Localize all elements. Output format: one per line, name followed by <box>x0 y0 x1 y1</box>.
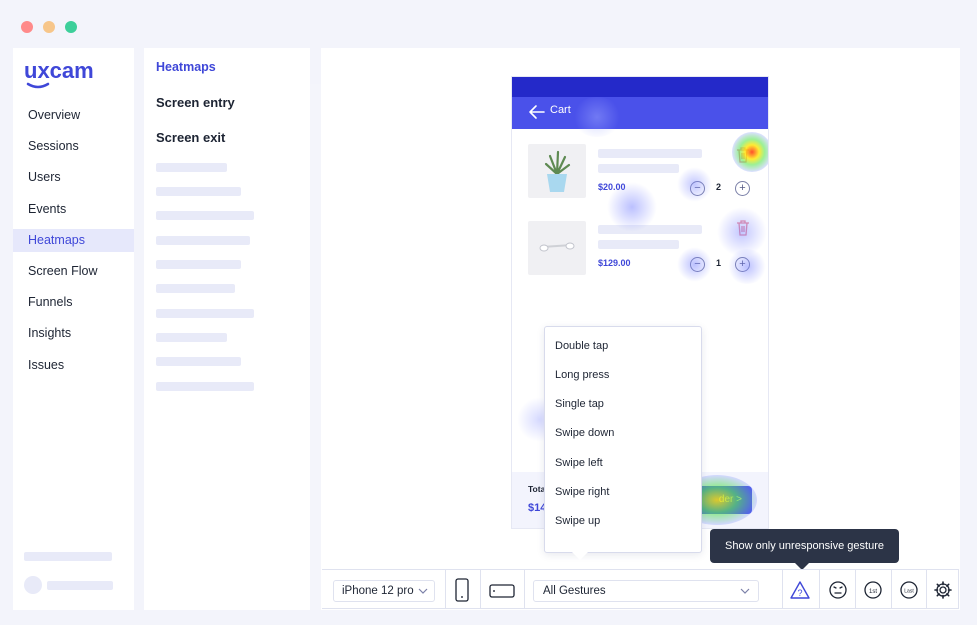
sidebar: uxcam Overview Sessions Users Events Hea… <box>13 48 134 610</box>
gesture-option-swipe-down[interactable]: Swipe down <box>555 427 614 439</box>
svg-text:?: ? <box>797 588 802 598</box>
unresponsive-warning-icon[interactable]: ? <box>790 580 810 600</box>
svg-text:1st: 1st <box>869 589 877 595</box>
gesture-dropdown-menu: Double tap Long press Single tap Swipe d… <box>544 326 702 553</box>
product-image <box>528 144 586 198</box>
trash-icon[interactable] <box>736 220 750 236</box>
phone-cart-title: Cart <box>550 104 571 116</box>
toolbar-divider <box>819 570 820 609</box>
gesture-option-double-tap[interactable]: Double tap <box>555 340 608 352</box>
product-price: $20.00 <box>598 182 626 192</box>
sidebar-nav: Overview Sessions Users Events Heatmaps … <box>13 104 134 385</box>
panel-title: Heatmaps <box>156 60 216 74</box>
screen-list-placeholder[interactable] <box>156 187 241 196</box>
gesture-filter-select[interactable]: All Gestures <box>533 580 759 602</box>
logo-text: uxcam <box>24 58 94 83</box>
uxcam-logo[interactable]: uxcam <box>24 58 114 90</box>
product-desc-placeholder <box>598 164 679 173</box>
screen-list-placeholder[interactable] <box>156 333 227 342</box>
toolbar-divider <box>480 570 481 609</box>
gesture-option-swipe-left[interactable]: Swipe left <box>555 457 603 469</box>
sidebar-item-issues[interactable]: Issues <box>13 354 134 377</box>
qty-decrease-button[interactable]: − <box>690 181 705 196</box>
screen-list-placeholder[interactable] <box>156 163 227 172</box>
settings-gear-icon[interactable] <box>933 580 953 600</box>
sidebar-item-sessions[interactable]: Sessions <box>13 135 134 158</box>
sidebar-item-funnels[interactable]: Funnels <box>13 291 134 314</box>
heatmap-toolbar: iPhone 12 pro All Gestures ? 1st Last <box>322 569 959 609</box>
last-gesture-icon[interactable]: Last <box>899 580 919 600</box>
screen-list-placeholder[interactable] <box>156 382 254 391</box>
device-select[interactable]: iPhone 12 pro <box>333 580 435 602</box>
landscape-icon[interactable] <box>489 583 515 599</box>
window-minimize-dot[interactable] <box>43 21 55 33</box>
svg-text:Last: Last <box>904 589 914 595</box>
gesture-option-swipe-up[interactable]: Swipe up <box>555 515 600 527</box>
toolbar-divider <box>524 570 525 609</box>
window-close-dot[interactable] <box>21 21 33 33</box>
screen-list-placeholder[interactable] <box>156 211 254 220</box>
portrait-icon[interactable] <box>453 578 471 602</box>
screen-list-placeholder[interactable] <box>156 309 254 318</box>
sidebar-placeholder-bar <box>24 552 112 561</box>
toolbar-divider <box>782 570 783 609</box>
product-desc-placeholder <box>598 240 679 249</box>
qty-value: 1 <box>716 258 722 268</box>
chevron-down-icon <box>418 588 428 594</box>
window-maximize-dot[interactable] <box>65 21 77 33</box>
earbuds-icon <box>539 242 575 252</box>
unresponsive-tooltip: Show only unresponsive gesture <box>710 529 899 563</box>
gesture-option-swipe-right[interactable]: Swipe right <box>555 486 609 498</box>
heatmap-panel: Heatmaps Screen entry Screen exit <box>144 48 310 610</box>
sidebar-item-events[interactable]: Events <box>13 198 134 221</box>
gesture-option-single-tap[interactable]: Single tap <box>555 398 604 410</box>
product-image <box>528 221 586 275</box>
user-name-placeholder <box>47 581 113 590</box>
product-price: $129.00 <box>598 258 631 268</box>
plant-icon <box>544 150 571 192</box>
first-gesture-icon[interactable]: 1st <box>863 580 883 600</box>
toolbar-divider <box>891 570 892 609</box>
phone-status-bar <box>512 77 768 97</box>
total-label: Tota <box>528 484 546 494</box>
trash-icon[interactable] <box>736 147 750 163</box>
back-arrow-icon <box>529 105 545 119</box>
screen-entry-link[interactable]: Screen entry <box>156 95 235 110</box>
qty-increase-button[interactable]: + <box>735 181 750 196</box>
product-name-placeholder <box>598 225 702 234</box>
sidebar-item-users[interactable]: Users <box>13 166 134 189</box>
user-avatar[interactable] <box>24 576 42 594</box>
gesture-option-long-press[interactable]: Long press <box>555 369 609 381</box>
device-select-value: iPhone 12 pro <box>342 585 414 597</box>
product-name-placeholder <box>598 149 702 158</box>
phone-header: Cart <box>512 97 768 129</box>
toolbar-divider <box>855 570 856 609</box>
panel-scrollbar[interactable] <box>310 84 321 610</box>
toolbar-divider <box>926 570 927 609</box>
screen-list-placeholder[interactable] <box>156 284 235 293</box>
app-window: uxcam Overview Sessions Users Events Hea… <box>0 0 977 625</box>
qty-value: 2 <box>716 182 722 192</box>
screen-list-placeholder[interactable] <box>156 236 250 245</box>
screen-list-placeholder[interactable] <box>156 357 241 366</box>
dropdown-caret <box>572 552 588 560</box>
screen-exit-link[interactable]: Screen exit <box>156 130 225 145</box>
sidebar-item-overview[interactable]: Overview <box>13 104 134 127</box>
sidebar-item-screen-flow[interactable]: Screen Flow <box>13 260 134 283</box>
gesture-filter-value: All Gestures <box>543 585 606 597</box>
chevron-down-icon <box>740 588 750 594</box>
screen-list-placeholder[interactable] <box>156 260 241 269</box>
sidebar-item-insights[interactable]: Insights <box>13 322 134 345</box>
toolbar-divider <box>445 570 446 609</box>
qty-decrease-button[interactable]: − <box>690 257 705 272</box>
rage-gesture-icon[interactable] <box>828 580 848 600</box>
qty-increase-button[interactable]: + <box>735 257 750 272</box>
sidebar-item-heatmaps[interactable]: Heatmaps <box>13 228 134 252</box>
